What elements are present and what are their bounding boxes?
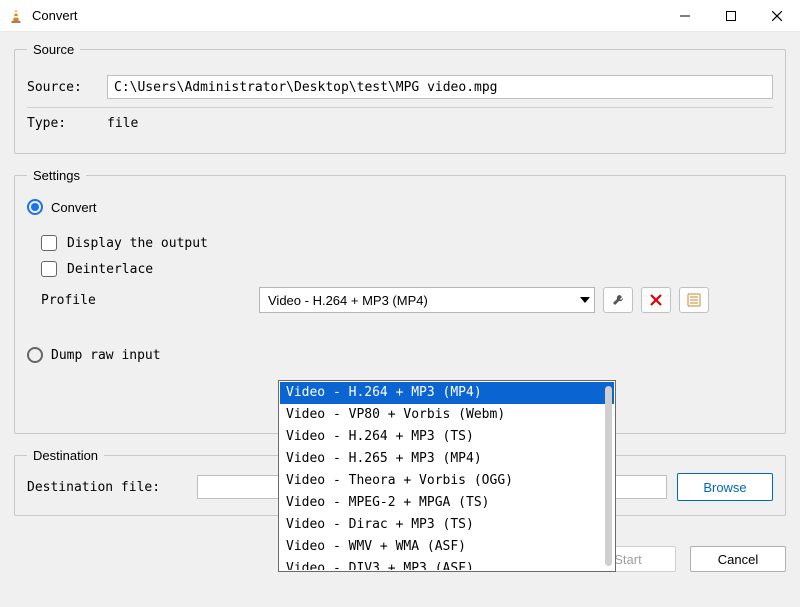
destination-file-label: Destination file: [27, 480, 187, 495]
profile-option[interactable]: Video - DIV3 + MP3 (ASF) [280, 558, 614, 570]
deinterlace-checkbox[interactable]: Deinterlace [41, 261, 773, 277]
browse-button[interactable]: Browse [677, 473, 773, 501]
profile-dropdown-list[interactable]: Video - H.264 + MP3 (MP4)Video - VP80 + … [278, 380, 616, 572]
profile-option[interactable]: Video - VP80 + Vorbis (Webm) [280, 404, 614, 426]
delete-profile-button[interactable] [641, 287, 671, 313]
cancel-button[interactable]: Cancel [690, 546, 786, 572]
chevron-down-icon [580, 297, 590, 303]
dump-raw-label: Dump raw input [51, 348, 161, 363]
list-icon [687, 293, 701, 307]
profile-option[interactable]: Video - Dirac + MP3 (TS) [280, 514, 614, 536]
type-value: file [107, 116, 138, 131]
convert-radio-label: Convert [51, 200, 97, 215]
window-titlebar: Convert [0, 0, 800, 32]
profile-label: Profile [41, 293, 251, 308]
settings-legend: Settings [27, 168, 86, 183]
destination-legend: Destination [27, 448, 104, 463]
dump-raw-radio[interactable]: Dump raw input [27, 347, 773, 363]
profile-option[interactable]: Video - WMV + WMA (ASF) [280, 536, 614, 558]
source-input[interactable] [107, 75, 773, 99]
profile-option[interactable]: Video - H.264 + MP3 (TS) [280, 426, 614, 448]
minimize-button[interactable] [662, 0, 708, 32]
vlc-cone-icon [8, 8, 24, 24]
display-output-label: Display the output [67, 236, 208, 251]
close-button[interactable] [754, 0, 800, 32]
new-profile-button[interactable] [679, 287, 709, 313]
deinterlace-label: Deinterlace [67, 262, 153, 277]
scrollbar-thumb[interactable] [605, 386, 612, 566]
divider [27, 107, 773, 108]
profile-option[interactable]: Video - MPEG-2 + MPGA (TS) [280, 492, 614, 514]
profile-option[interactable]: Video - H.264 + MP3 (MP4) [280, 382, 614, 404]
profile-option[interactable]: Video - H.265 + MP3 (MP4) [280, 448, 614, 470]
x-icon [650, 294, 662, 306]
profile-option[interactable]: Video - Theora + Vorbis (OGG) [280, 470, 614, 492]
profile-combobox[interactable]: Video - H.264 + MP3 (MP4) [259, 287, 595, 313]
profile-combobox-value: Video - H.264 + MP3 (MP4) [268, 293, 428, 308]
source-legend: Source [27, 42, 80, 57]
wrench-icon [611, 293, 625, 307]
display-output-checkbox[interactable]: Display the output [41, 235, 773, 251]
edit-profile-button[interactable] [603, 287, 633, 313]
source-label: Source: [27, 80, 97, 95]
source-group: Source Source: Type: file [14, 42, 786, 154]
window-title: Convert [32, 8, 78, 23]
convert-radio[interactable]: Convert [27, 199, 773, 215]
type-label: Type: [27, 116, 97, 131]
maximize-button[interactable] [708, 0, 754, 32]
